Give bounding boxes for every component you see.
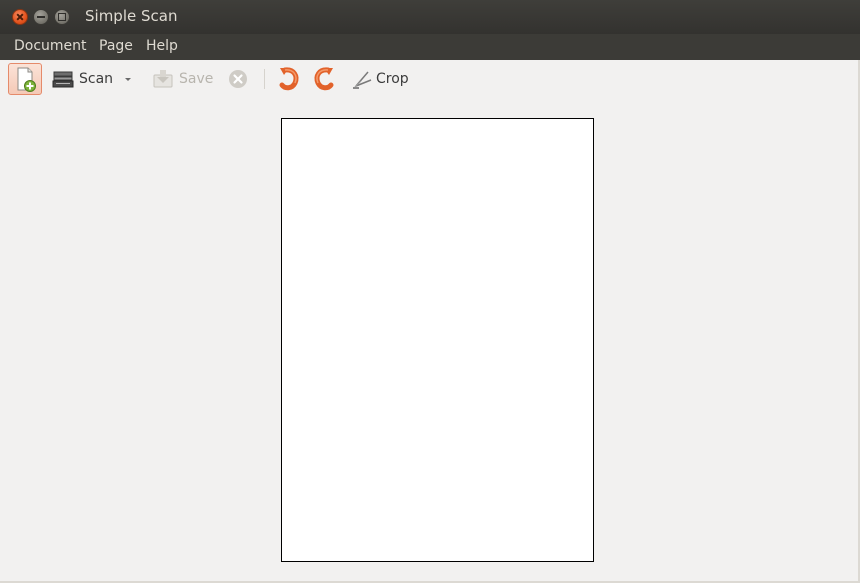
rotate-left-button[interactable] (277, 65, 301, 93)
rotate-right-button[interactable] (312, 65, 336, 93)
scanned-page[interactable] (281, 118, 594, 562)
title-bar: Simple Scan (0, 0, 860, 34)
scan-button[interactable]: Scan (52, 65, 113, 93)
crop-icon (353, 71, 372, 89)
toolbar-separator (264, 69, 265, 89)
rotate-left-icon (279, 67, 299, 91)
scanner-icon (52, 71, 74, 88)
window-close-button[interactable] (12, 9, 28, 25)
save-label: Save (179, 71, 214, 87)
save-icon (153, 70, 173, 88)
window-maximize-button[interactable] (54, 9, 70, 25)
chevron-down-icon (125, 78, 131, 81)
crop-button[interactable]: Crop (352, 65, 409, 93)
scan-label: Scan (79, 71, 114, 87)
window-minimize-button[interactable] (33, 9, 49, 25)
stop-scan-button[interactable] (227, 65, 249, 93)
rotate-right-icon (314, 67, 334, 91)
new-document-icon (17, 67, 36, 92)
toolbar: Scan Save Crop (0, 60, 860, 98)
crop-label: Crop (376, 71, 409, 87)
menu-bar: Document Page Help (0, 34, 860, 60)
scan-options-dropdown[interactable] (122, 65, 134, 93)
window-title: Simple Scan (85, 7, 178, 25)
menu-help[interactable]: Help (146, 38, 178, 54)
menu-page[interactable]: Page (99, 38, 133, 54)
page-view (0, 98, 860, 583)
save-button[interactable]: Save (151, 65, 213, 93)
menu-document[interactable]: Document (14, 38, 87, 54)
new-document-button[interactable] (8, 63, 42, 95)
stop-icon (229, 70, 247, 88)
